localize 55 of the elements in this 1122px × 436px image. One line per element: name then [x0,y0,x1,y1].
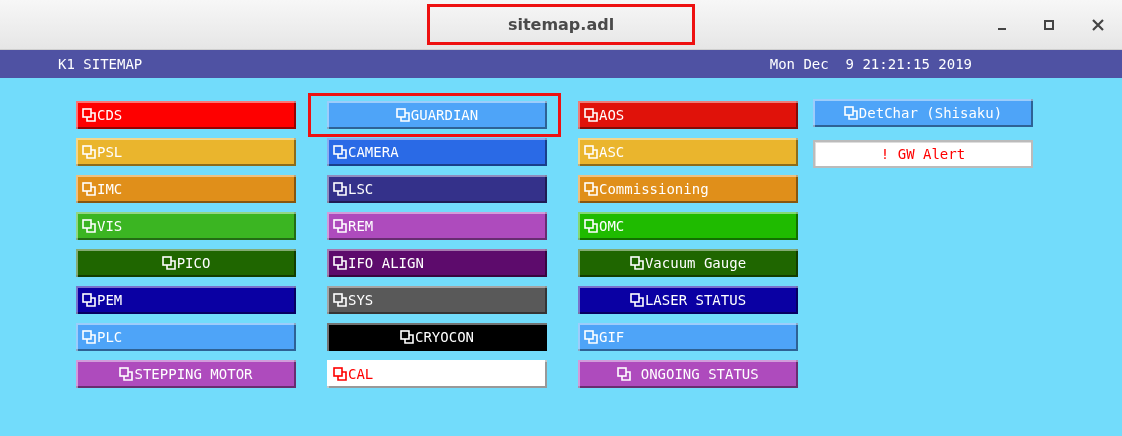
related-display-icon [629,293,644,307]
menu-button[interactable]: Vacuum Gauge [578,249,798,277]
menu-button[interactable]: STEPPING MOTOR [76,360,296,388]
related-display-icon [584,219,598,233]
menu-button[interactable]: Commissioning [578,175,798,203]
related-display-icon [584,182,598,196]
related-display-icon [82,293,96,307]
menu-button[interactable]: IMC [76,175,296,203]
menu-button[interactable]: GUARDIAN [327,101,547,129]
related-display-icon [584,108,598,122]
minimize-icon [998,28,1006,30]
menu-button[interactable]: PEM [76,286,296,314]
related-display-icon [333,367,347,381]
maximize-icon [1044,20,1054,30]
related-display-icon [584,145,598,159]
menu-button[interactable]: LSC [327,175,547,203]
menu-button[interactable]: LASER STATUS [578,286,798,314]
menu-button[interactable]: CAMERA [327,138,547,166]
menu-button[interactable]: REM [327,212,547,240]
menu-button[interactable]: PICO [76,249,296,277]
related-display-icon [82,182,96,196]
related-display-icon [617,367,632,381]
related-display-icon [843,106,858,120]
related-display-icon [333,219,347,233]
related-display-icon [82,330,96,344]
menu-button[interactable]: ONGOING STATUS [578,360,798,388]
menu-button[interactable]: SYS [327,286,547,314]
menu-button[interactable]: ! GW Alert [813,140,1033,168]
related-display-icon [400,330,414,344]
window-title: sitemap.adl [429,7,693,42]
related-display-icon [333,182,347,196]
menu-button[interactable]: CDS [76,101,296,129]
related-display-icon [333,256,347,270]
timestamp: Mon Dec 9 21:21:15 2019 [769,56,972,72]
menu-button[interactable]: CAL [327,360,547,388]
related-display-icon [119,367,134,381]
related-display-icon [395,108,410,122]
screen-title: K1 SITEMAP [58,56,143,72]
related-display-icon [82,145,96,159]
menu-button[interactable]: DetChar (Shisaku) [813,99,1033,127]
close-icon [1092,19,1104,31]
menu-button[interactable]: PLC [76,323,296,351]
menu-button[interactable]: GIF [578,323,798,351]
menu-button[interactable]: CRYOCON [327,323,547,351]
menu-button[interactable]: OMC [578,212,798,240]
related-display-icon [82,219,96,233]
related-display-icon [333,145,347,159]
menu-button[interactable]: IFO ALIGN [327,249,547,277]
related-display-icon [629,256,644,270]
related-display-icon [82,108,96,122]
related-display-icon [333,293,347,307]
related-display-icon [161,256,176,270]
menu-button[interactable]: AOS [578,101,798,129]
menu-button[interactable]: VIS [76,212,296,240]
related-display-icon [584,330,598,344]
